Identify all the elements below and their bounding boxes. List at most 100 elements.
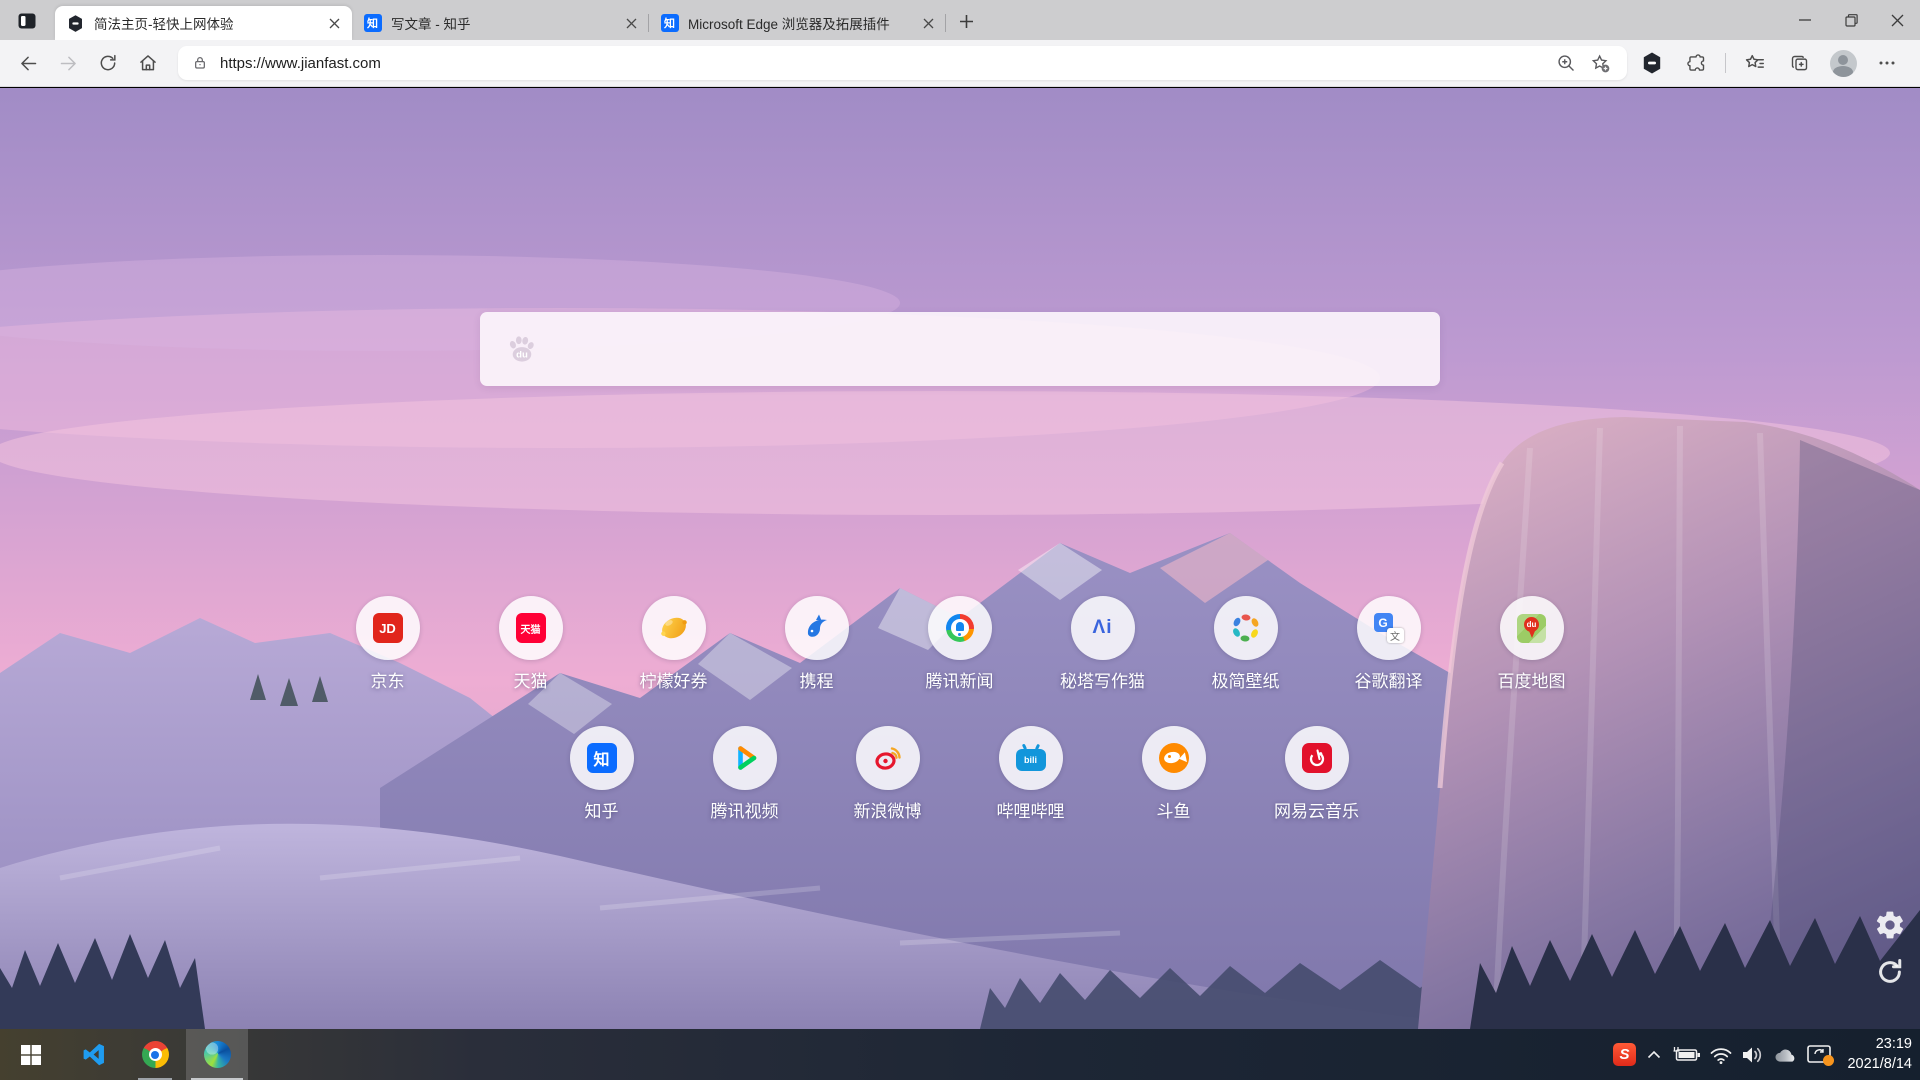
- clock-time: 23:19: [1875, 1036, 1912, 1053]
- taskbar-vscode[interactable]: [62, 1029, 124, 1080]
- shortcut-lemon[interactable]: 柠檬好券: [602, 596, 745, 692]
- favorites-icon[interactable]: [1740, 48, 1770, 78]
- jd-logo-icon: JD: [355, 596, 420, 660]
- system-tray: S 23:19 2021/8/14: [1609, 1029, 1920, 1080]
- zhihu-logo-icon: 知: [569, 726, 634, 790]
- address-bar[interactable]: https://www.jianfast.com: [178, 46, 1627, 80]
- shortcut-jd[interactable]: JD 京东: [316, 596, 459, 692]
- shortcut-tencent-video[interactable]: 腾讯视频: [673, 726, 816, 822]
- settings-more-icon[interactable]: [1872, 48, 1902, 78]
- screen: { "browser": { "tabs": [ {"title": "简法主页…: [0, 0, 1920, 1080]
- shortcut-netease-music[interactable]: 网易云音乐: [1245, 726, 1388, 822]
- restore-button[interactable]: [1828, 0, 1874, 40]
- shortcut-mita[interactable]: Λi 秘塔写作猫: [1031, 596, 1174, 692]
- vscode-icon: [83, 1043, 104, 1066]
- netease-music-logo-icon: [1284, 726, 1349, 790]
- home-button[interactable]: [132, 47, 164, 79]
- refresh-button[interactable]: [92, 47, 124, 79]
- sogou-input-icon[interactable]: S: [1609, 1029, 1639, 1080]
- add-favorite-star-icon[interactable]: [1587, 50, 1613, 76]
- shortcut-label: 天猫: [513, 672, 548, 691]
- half-dome-wallpaper: [0, 88, 1920, 1029]
- minimize-button[interactable]: [1782, 0, 1828, 40]
- lock-icon: [195, 57, 205, 69]
- svg-text:du: du: [516, 350, 528, 361]
- shortcut-label: 斗鱼: [1156, 802, 1191, 821]
- onedrive-icon[interactable]: [1769, 1029, 1803, 1080]
- shortcut-label: 哔哩哔哩: [996, 802, 1065, 821]
- profile-avatar[interactable]: [1828, 48, 1858, 78]
- tmall-logo-icon: 天猫: [498, 596, 563, 660]
- shortcut-row-1: JD 京东 天猫 天猫 柠檬好券 携程 腾讯新闻 Λi 秘塔写作猫 极简壁纸 G 文谷歌翻译 du 百度地…: [316, 596, 1603, 692]
- bilibili-logo-icon: bili: [998, 726, 1063, 790]
- page-settings-gear-icon[interactable]: [1873, 908, 1907, 942]
- shortcut-weibo[interactable]: 新浪微博: [816, 726, 959, 822]
- browser-toolbar: https://www.jianfast.com: [0, 40, 1920, 87]
- cast-notification-icon[interactable]: [1803, 1029, 1839, 1080]
- google-translate-logo-icon: G文: [1356, 596, 1421, 660]
- zhihu-icon: 知: [363, 14, 382, 33]
- forward-button[interactable]: [52, 47, 84, 79]
- tab-title: 写文章 - 知乎: [391, 17, 471, 32]
- tab-close-icon[interactable]: [324, 13, 344, 33]
- taskbar-edge[interactable]: [186, 1029, 248, 1080]
- shortcut-ctrip[interactable]: 携程: [745, 596, 888, 692]
- shortcut-zhihu[interactable]: 知知乎: [530, 726, 673, 822]
- shortcut-label: 柠檬好券: [639, 672, 708, 691]
- page-content: du JD 京东 天猫 天猫 柠檬好券 携程 腾讯新闻 Λi 秘塔写作猫 极简壁纸 G 文谷歌翻译 du…: [0, 88, 1920, 1029]
- zoom-page-icon[interactable]: [1553, 50, 1579, 76]
- close-window-button[interactable]: [1874, 0, 1920, 40]
- shortcut-label: 新浪微博: [853, 802, 922, 821]
- shortcut-label: 秘塔写作猫: [1060, 672, 1145, 691]
- extension-area: [1637, 48, 1902, 78]
- volume-icon[interactable]: [1737, 1029, 1769, 1080]
- jijian-wallpaper-logo-icon: [1213, 596, 1278, 660]
- tab-actions-menu-icon[interactable]: [14, 9, 40, 33]
- page-corner-tools: [1873, 908, 1907, 989]
- search-box[interactable]: du: [480, 312, 1440, 386]
- taskbar-chrome[interactable]: [124, 1029, 186, 1080]
- tab-close-icon[interactable]: [621, 13, 641, 33]
- edge-icon: [203, 1041, 231, 1068]
- extensions-puzzle-icon[interactable]: [1681, 48, 1711, 78]
- shortcut-label: 京东: [370, 672, 405, 691]
- start-button[interactable]: [0, 1029, 62, 1080]
- shortcut-label: 腾讯新闻: [925, 672, 994, 691]
- browser-tab[interactable]: 知 Microsoft Edge 浏览器及拓展插件: [649, 6, 946, 40]
- shortcut-tmall[interactable]: 天猫 天猫: [459, 596, 602, 692]
- taskbar-clock[interactable]: 23:19 2021/8/14: [1847, 1035, 1912, 1073]
- shortcut-jijian-wallpaper[interactable]: 极简壁纸: [1174, 596, 1317, 692]
- page-refresh-icon[interactable]: [1873, 955, 1907, 989]
- shortcut-douyu[interactable]: 斗鱼: [1102, 726, 1245, 822]
- jianfa-extension-icon[interactable]: [1637, 48, 1667, 78]
- shortcut-bilibili[interactable]: bili 哔哩哔哩: [959, 726, 1102, 822]
- collections-icon[interactable]: [1784, 48, 1814, 78]
- browser-tab[interactable]: 知写文章 - 知乎: [352, 6, 649, 40]
- back-button[interactable]: [12, 47, 44, 79]
- tab-strip: 简法主页-轻快上网体验知写文章 - 知乎知 Microsoft Edge 浏览器及…: [55, 0, 946, 40]
- tab-bar: 简法主页-轻快上网体验知写文章 - 知乎知 Microsoft Edge 浏览器及…: [0, 0, 1920, 40]
- new-tab-button[interactable]: [952, 7, 980, 35]
- windows-taskbar: S 23:19 2021/8/14: [0, 1029, 1920, 1080]
- shortcut-label: 极简壁纸: [1211, 672, 1280, 691]
- show-hidden-icons-chevron[interactable]: [1639, 1029, 1669, 1080]
- wifi-icon[interactable]: [1705, 1029, 1737, 1080]
- chrome-icon: [141, 1041, 169, 1068]
- ctrip-logo-icon: [784, 596, 849, 660]
- tab-close-icon[interactable]: [918, 13, 938, 33]
- browser-tab[interactable]: 简法主页-轻快上网体验: [55, 6, 352, 40]
- battery-charging-icon[interactable]: [1669, 1029, 1705, 1080]
- url-text[interactable]: https://www.jianfast.com: [220, 55, 1545, 72]
- shortcut-row-2: 知知乎 腾讯视频新浪微博 bili 哔哩哔哩 斗鱼 网易云音乐: [530, 726, 1388, 822]
- shortcut-google-translate[interactable]: G 文谷歌翻译: [1317, 596, 1460, 692]
- shortcut-tencent-news[interactable]: 腾讯新闻: [888, 596, 1031, 692]
- windows-logo-icon: [21, 1044, 41, 1065]
- tab-title: Microsoft Edge 浏览器及拓展插件: [688, 17, 890, 32]
- mita-logo-icon: Λi: [1070, 596, 1135, 660]
- tab-title: 简法主页-轻快上网体验: [94, 17, 234, 32]
- shortcut-label: 携程: [799, 672, 834, 691]
- toolbar-divider: [1725, 53, 1726, 73]
- shortcut-baidu-map[interactable]: du 百度地图: [1460, 596, 1603, 692]
- jianfa-logo-icon: [66, 14, 85, 33]
- lemon-logo-icon: [641, 596, 706, 660]
